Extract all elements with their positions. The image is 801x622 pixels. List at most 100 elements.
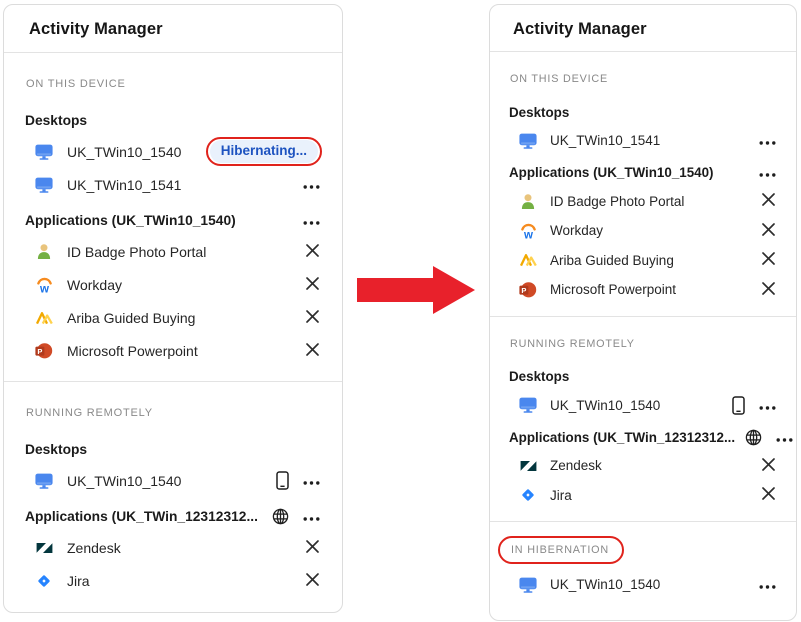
ellipsis-icon bbox=[759, 133, 776, 148]
panel-body: ON THIS DEVICEDesktopsUK_TWin10_1541Appl… bbox=[490, 52, 796, 611]
section-header: RUNNING REMOTELY bbox=[26, 407, 322, 419]
app-name: Jira bbox=[67, 573, 90, 589]
app-row: Ariba Guided Buying bbox=[509, 246, 778, 276]
jira-icon bbox=[34, 573, 54, 589]
app-row: wWorkday bbox=[25, 268, 322, 301]
section-header-label: IN HIBERNATION bbox=[511, 544, 609, 556]
group-header-row: Desktops bbox=[25, 434, 322, 464]
more-options-button[interactable] bbox=[757, 575, 778, 594]
desktop-icon bbox=[34, 143, 54, 161]
group-header-row: Desktops bbox=[509, 98, 778, 126]
group-header-row: Applications (UK_TWin10_1540) bbox=[25, 205, 322, 235]
app-name: Microsoft Powerpoint bbox=[67, 343, 198, 359]
close-app-button[interactable] bbox=[303, 570, 322, 592]
activity-manager-panel-before: Activity Manager ON THIS DEVICE Desktops U… bbox=[3, 4, 343, 613]
close-app-button[interactable] bbox=[759, 190, 778, 212]
close-app-button[interactable] bbox=[303, 340, 322, 362]
desktop-icon bbox=[34, 472, 54, 490]
desktop-icon bbox=[518, 132, 538, 150]
close-app-button[interactable] bbox=[759, 484, 778, 506]
app-row: Ariba Guided Buying bbox=[25, 301, 322, 334]
ellipsis-icon bbox=[303, 213, 320, 228]
group-label: Applications (UK_TWin10_1540) bbox=[509, 165, 714, 180]
ellipsis-icon bbox=[759, 577, 776, 592]
svg-text:P: P bbox=[37, 347, 42, 356]
close-app-button[interactable] bbox=[759, 249, 778, 271]
app-name: Zendesk bbox=[67, 540, 121, 556]
more-options-button[interactable] bbox=[301, 471, 322, 490]
group-header-row: Desktops bbox=[509, 363, 778, 391]
app-row: ID Badge Photo Portal bbox=[25, 235, 322, 268]
ellipsis-icon bbox=[303, 177, 320, 192]
app-row: wWorkday bbox=[509, 216, 778, 246]
powerpoint-icon: P bbox=[518, 281, 538, 299]
app-name: Ariba Guided Buying bbox=[67, 310, 195, 326]
workday-icon: w bbox=[518, 222, 538, 240]
app-row: Jira bbox=[509, 481, 778, 511]
id-badge-icon bbox=[518, 193, 538, 210]
section-on-this-device: ON THIS DEVICEDesktopsUK_TWin10_1541Appl… bbox=[490, 52, 796, 316]
close-icon bbox=[761, 457, 776, 475]
more-options-button[interactable] bbox=[774, 428, 795, 447]
phone-icon bbox=[732, 396, 745, 415]
close-icon bbox=[761, 192, 776, 210]
ellipsis-icon bbox=[759, 165, 776, 180]
close-icon bbox=[761, 281, 776, 299]
group-header-row: Applications (UK_TWin10_1540) bbox=[509, 159, 778, 187]
section-running-remotely: RUNNING REMOTELYDesktopsUK_TWin10_1540Ap… bbox=[490, 316, 796, 522]
app-name: Ariba Guided Buying bbox=[550, 253, 674, 268]
desktop-name: UK_TWin10_1540 bbox=[550, 398, 660, 413]
hibernating-status-badge[interactable]: Hibernating... bbox=[210, 140, 318, 163]
page-title: Activity Manager bbox=[4, 5, 342, 53]
ellipsis-icon bbox=[776, 430, 793, 445]
group-header-row: Desktops bbox=[25, 105, 322, 135]
more-options-button[interactable] bbox=[757, 396, 778, 415]
globe-icon bbox=[745, 429, 762, 446]
close-app-button[interactable] bbox=[759, 220, 778, 242]
app-row: ID Badge Photo Portal bbox=[509, 187, 778, 217]
svg-text:w: w bbox=[39, 283, 49, 294]
panel-body: ON THIS DEVICEDesktopsUK_TWin10_1540Hibe… bbox=[4, 53, 342, 611]
section-header: IN HIBERNATION bbox=[510, 543, 778, 557]
page-title: Activity Manager bbox=[490, 5, 796, 52]
red-annotation-ring: Hibernating... bbox=[206, 137, 322, 166]
section-on-this-device: ON THIS DEVICE Desktops UK_TWin10_1540Hibe… bbox=[4, 53, 342, 381]
close-app-button[interactable] bbox=[303, 274, 322, 296]
ariba-icon bbox=[34, 311, 54, 325]
group-label: Desktops bbox=[25, 442, 87, 457]
zendesk-icon bbox=[518, 459, 538, 473]
ellipsis-icon bbox=[759, 398, 776, 413]
close-icon bbox=[761, 486, 776, 504]
section-header-label: RUNNING REMOTELY bbox=[26, 407, 153, 419]
app-name: ID Badge Photo Portal bbox=[550, 194, 684, 209]
desktop-row: UK_TWin10_1540Hibernating... bbox=[25, 135, 322, 168]
close-app-button[interactable] bbox=[303, 537, 322, 559]
close-app-button[interactable] bbox=[759, 455, 778, 477]
more-options-button[interactable] bbox=[301, 211, 322, 230]
app-row: Zendesk bbox=[509, 451, 778, 481]
desktop-row: UK_TWin10_1540 bbox=[25, 464, 322, 497]
section-header-label: ON THIS DEVICE bbox=[26, 78, 126, 90]
group-label: Desktops bbox=[25, 113, 87, 128]
id-badge-icon bbox=[34, 243, 54, 260]
desktop-icon bbox=[34, 176, 54, 194]
close-icon bbox=[305, 276, 320, 294]
zendesk-icon bbox=[34, 541, 54, 555]
close-app-button[interactable] bbox=[303, 241, 322, 263]
more-options-button[interactable] bbox=[757, 131, 778, 150]
ellipsis-icon bbox=[303, 473, 320, 488]
more-options-button[interactable] bbox=[301, 507, 322, 526]
close-app-button[interactable] bbox=[759, 279, 778, 301]
app-row: Zendesk bbox=[25, 531, 322, 564]
svg-text:w: w bbox=[523, 229, 533, 240]
group-label: Applications (UK_TWin_12312312... bbox=[25, 509, 258, 524]
close-icon bbox=[761, 222, 776, 240]
more-options-button[interactable] bbox=[301, 175, 322, 194]
close-app-button[interactable] bbox=[303, 307, 322, 329]
more-options-button[interactable] bbox=[757, 163, 778, 182]
section-header: ON THIS DEVICE bbox=[26, 78, 322, 90]
close-icon bbox=[305, 243, 320, 261]
app-name: Zendesk bbox=[550, 458, 602, 473]
group-header-row: Applications (UK_TWin_12312312... bbox=[25, 501, 322, 531]
section-header: RUNNING REMOTELY bbox=[510, 338, 778, 350]
